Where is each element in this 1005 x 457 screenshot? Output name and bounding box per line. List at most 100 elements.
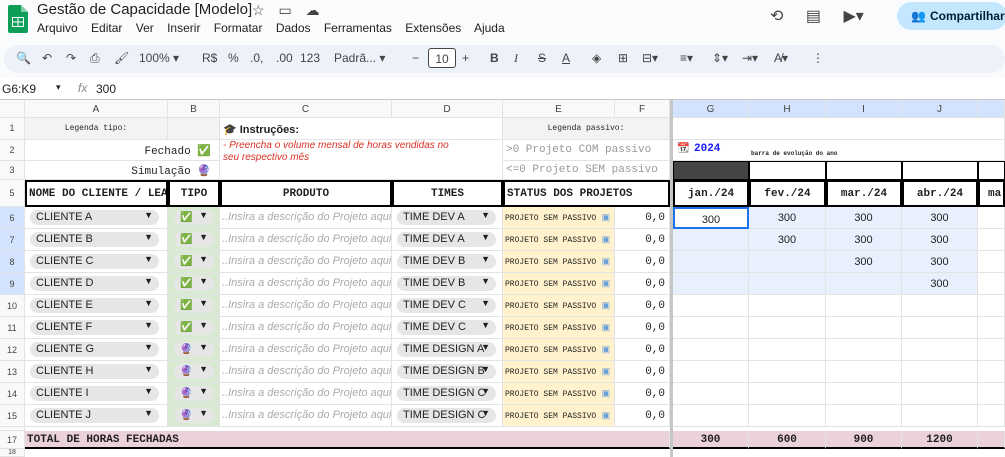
menu-ferramentas[interactable]: Ferramentas [324, 21, 392, 35]
column-header-h[interactable]: H [749, 100, 826, 118]
month-cell[interactable] [749, 383, 826, 405]
row-header-11[interactable]: 11 [0, 317, 25, 339]
percent-format-button[interactable]: % [228, 51, 239, 65]
client-dropdown[interactable]: CLIENTE C ▼ [30, 254, 159, 269]
client-dropdown[interactable]: CLIENTE A ▼ [30, 210, 159, 225]
client-cell[interactable]: CLIENTE E ▼ [25, 295, 168, 317]
move-folder-icon[interactable]: ▭ [278, 2, 291, 18]
month-cell[interactable] [673, 295, 749, 317]
client-dropdown[interactable]: CLIENTE G ▼ [30, 342, 159, 357]
dropdown-arrow-icon[interactable]: ▼ [144, 386, 153, 396]
month-cell[interactable] [978, 251, 1005, 273]
menu-formatar[interactable]: Formatar [214, 21, 263, 35]
dropdown-arrow-icon[interactable]: ▼ [481, 210, 490, 220]
month-cell[interactable] [673, 317, 749, 339]
dropdown-arrow-icon[interactable]: ▼ [481, 276, 490, 286]
product-cell[interactable]: ..Insira a descrição do Projeto aqui [220, 207, 392, 229]
history-icon[interactable]: ⟲ [770, 8, 783, 25]
menu-editar[interactable]: Editar [91, 21, 122, 35]
client-cell[interactable]: CLIENTE I ▼ [25, 383, 168, 405]
month-cell[interactable] [978, 339, 1005, 361]
client-dropdown[interactable]: CLIENTE I ▼ [30, 386, 159, 401]
month-cell[interactable] [826, 361, 902, 383]
column-header-b[interactable]: B [168, 100, 220, 118]
dropdown-arrow-icon[interactable]: ▼ [199, 386, 208, 396]
formula-input[interactable]: 300 [96, 82, 116, 96]
product-cell[interactable]: ..Insira a descrição do Projeto aqui [220, 317, 392, 339]
client-cell[interactable]: CLIENTE D ▼ [25, 273, 168, 295]
comments-icon[interactable]: ▤ [806, 8, 821, 25]
month-cell[interactable] [673, 339, 749, 361]
client-cell[interactable]: CLIENTE F ▼ [25, 317, 168, 339]
month-cell[interactable] [978, 361, 1005, 383]
dropdown-arrow-icon[interactable]: ▼ [144, 232, 153, 242]
more-formats-button[interactable]: 123 [300, 51, 320, 65]
cloud-status-icon[interactable]: ☁ [306, 2, 320, 18]
client-cell[interactable]: CLIENTE H ▼ [25, 361, 168, 383]
month-cell[interactable] [902, 383, 978, 405]
text-wrap-icon[interactable]: ⇥▾ [742, 51, 758, 65]
product-cell[interactable]: ..Insira a descrição do Projeto aqui [220, 361, 392, 383]
month-cell[interactable]: 300 [902, 229, 978, 251]
month-cell[interactable] [749, 251, 826, 273]
dropdown-arrow-icon[interactable]: ▼ [481, 320, 490, 330]
tipo-cell[interactable]: 🔮 ▼ [168, 383, 220, 405]
dropdown-arrow-icon[interactable]: ▼ [144, 254, 153, 264]
team-cell[interactable]: TIME DEV B ▼ [392, 251, 503, 273]
product-cell[interactable]: ..Insira a descrição do Projeto aqui [220, 229, 392, 251]
tipo-dropdown[interactable]: ✅ ▼ [174, 232, 214, 247]
dropdown-arrow-icon[interactable]: ▼ [481, 408, 490, 418]
strikethrough-icon[interactable]: S [538, 51, 546, 65]
dropdown-arrow-icon[interactable]: ▼ [199, 254, 208, 264]
row-header-9[interactable]: 9 [0, 273, 25, 295]
merge-cells-icon[interactable]: ⊟▾ [642, 51, 658, 65]
client-cell[interactable]: CLIENTE J ▼ [25, 405, 168, 427]
month-cell[interactable] [902, 361, 978, 383]
dropdown-arrow-icon[interactable]: ▼ [199, 342, 208, 352]
document-title[interactable]: Gestão de Capacidade [Modelo] [37, 1, 252, 18]
tipo-dropdown[interactable]: ✅ ▼ [174, 254, 214, 269]
month-cell[interactable] [749, 273, 826, 295]
month-cell[interactable] [749, 295, 826, 317]
dropdown-arrow-icon[interactable]: ▼ [199, 298, 208, 308]
column-header-g[interactable]: G [673, 100, 749, 118]
team-dropdown[interactable]: TIME DEV A ▼ [397, 232, 496, 247]
increase-decimal-button[interactable]: .00 [276, 51, 293, 65]
dropdown-arrow-icon[interactable]: ▼ [481, 232, 490, 242]
month-cell[interactable] [902, 405, 978, 427]
tipo-cell[interactable]: ✅ ▼ [168, 207, 220, 229]
text-color-icon[interactable]: A [562, 51, 570, 65]
team-dropdown[interactable]: TIME DEV A ▼ [397, 210, 496, 225]
print-icon[interactable]: ⎙ [90, 51, 100, 66]
month-cell[interactable] [978, 273, 1005, 295]
client-cell[interactable]: CLIENTE C ▼ [25, 251, 168, 273]
month-cell[interactable] [673, 229, 749, 251]
month-cell[interactable] [749, 361, 826, 383]
team-dropdown[interactable]: TIME DESIGN B ▼ [397, 364, 496, 379]
tipo-dropdown[interactable]: 🔮 ▼ [174, 364, 214, 379]
dropdown-arrow-icon[interactable]: ▼ [199, 364, 208, 374]
name-box-dropdown-icon[interactable]: ▾ [56, 82, 61, 93]
tipo-dropdown[interactable]: ✅ ▼ [174, 210, 214, 225]
tipo-dropdown[interactable]: ✅ ▼ [174, 298, 214, 313]
row-header-13[interactable]: 13 [0, 361, 25, 383]
client-dropdown[interactable]: CLIENTE E ▼ [30, 298, 159, 313]
tipo-cell[interactable]: ✅ ▼ [168, 295, 220, 317]
team-cell[interactable]: TIME DEV A ▼ [392, 207, 503, 229]
row-header-8[interactable]: 8 [0, 251, 25, 273]
dropdown-arrow-icon[interactable]: ▼ [144, 364, 153, 374]
product-cell[interactable]: ..Insira a descrição do Projeto aqui [220, 339, 392, 361]
currency-format-button[interactable]: R$ [202, 51, 217, 65]
dropdown-arrow-icon[interactable]: ▼ [199, 232, 208, 242]
product-cell[interactable]: ..Insira a descrição do Projeto aqui [220, 405, 392, 427]
row-header-7[interactable]: 7 [0, 229, 25, 251]
month-cell[interactable]: 300 [673, 207, 749, 229]
horizontal-align-icon[interactable]: ≡▾ [680, 51, 693, 65]
more-options-icon[interactable]: ⋮ [812, 51, 824, 65]
redo-icon[interactable]: ↷ [66, 51, 76, 65]
text-rotation-icon[interactable]: A̸▾ [774, 51, 788, 65]
team-cell[interactable]: TIME DESIGN B ▼ [392, 361, 503, 383]
column-header-e[interactable]: E [503, 100, 615, 118]
column-header-j[interactable]: J [902, 100, 978, 118]
dropdown-arrow-icon[interactable]: ▼ [199, 320, 208, 330]
